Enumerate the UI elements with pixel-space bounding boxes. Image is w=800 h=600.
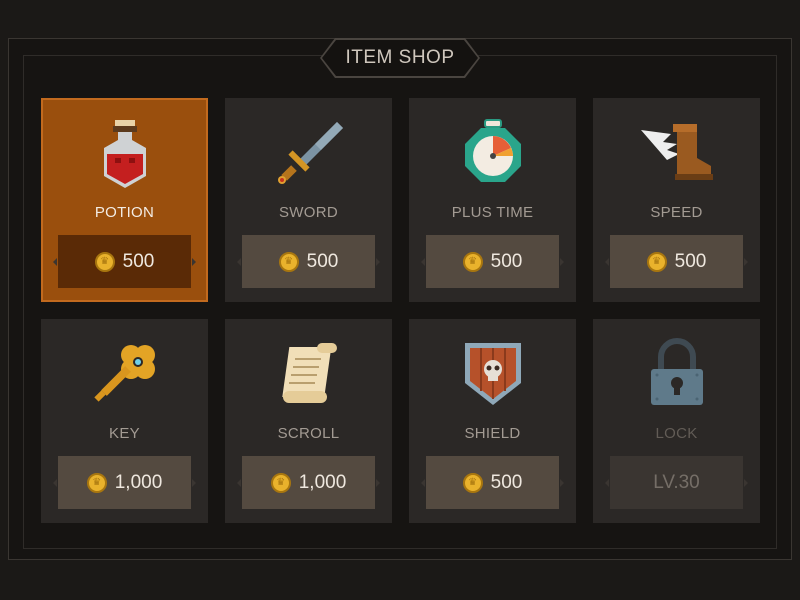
buy-button[interactable]: ♛ 500 bbox=[53, 235, 196, 288]
item-price: 500 bbox=[122, 250, 155, 272]
item-price: 1,000 bbox=[114, 471, 163, 493]
item-label: PLUS TIME bbox=[451, 204, 534, 221]
item-card-shield[interactable]: SHIELD ♛ 500 bbox=[409, 319, 576, 523]
stopwatch-icon bbox=[464, 119, 521, 182]
buy-button[interactable]: ♛ 500 bbox=[605, 235, 748, 288]
item-card-sword[interactable]: SWORD ♛ 500 bbox=[225, 98, 392, 302]
item-price: 1,000 bbox=[298, 471, 347, 493]
item-label: KEY bbox=[109, 425, 140, 442]
key-icon bbox=[93, 345, 155, 402]
scroll-icon bbox=[281, 343, 337, 403]
buy-button[interactable]: ♛ 500 bbox=[421, 456, 564, 509]
coin-icon: ♛ bbox=[94, 251, 115, 272]
shop-title: ITEM SHOP bbox=[345, 47, 455, 68]
required-level: LV.30 bbox=[653, 471, 700, 493]
item-card-speed[interactable]: SPEED ♛ 500 bbox=[593, 98, 760, 302]
shield-icon bbox=[464, 343, 521, 405]
level-requirement: LV.30 bbox=[605, 456, 748, 509]
item-label: SWORD bbox=[279, 204, 338, 221]
item-card-potion[interactable]: POTION ♛ 500 bbox=[41, 98, 208, 302]
sword-icon bbox=[277, 122, 343, 184]
item-price: 500 bbox=[674, 250, 707, 272]
padlock-icon bbox=[650, 338, 703, 405]
item-price: 500 bbox=[490, 250, 523, 272]
coin-icon: ♛ bbox=[270, 472, 291, 493]
item-label: SHIELD bbox=[464, 425, 521, 442]
item-label: SPEED bbox=[650, 204, 703, 221]
winged-boot-icon bbox=[640, 124, 713, 180]
item-price: 500 bbox=[306, 250, 339, 272]
item-price: 500 bbox=[490, 471, 523, 493]
buy-button[interactable]: ♛ 1,000 bbox=[237, 456, 380, 509]
item-card-scroll[interactable]: SCROLL ♛ 1,000 bbox=[225, 319, 392, 523]
potion-icon bbox=[103, 120, 146, 188]
coin-icon: ♛ bbox=[462, 472, 483, 493]
item-card-key[interactable]: KEY ♛ 1,000 bbox=[41, 319, 208, 523]
item-label: POTION bbox=[94, 204, 155, 221]
buy-button[interactable]: ♛ 500 bbox=[237, 235, 380, 288]
coin-icon: ♛ bbox=[278, 251, 299, 272]
item-label: SCROLL bbox=[277, 425, 340, 442]
coin-icon: ♛ bbox=[462, 251, 483, 272]
item-card-lock: LOCK LV.30 bbox=[593, 319, 760, 523]
buy-button[interactable]: ♛ 500 bbox=[421, 235, 564, 288]
coin-icon: ♛ bbox=[646, 251, 667, 272]
item-card-plus-time[interactable]: PLUS TIME ♛ 500 bbox=[409, 98, 576, 302]
coin-icon: ♛ bbox=[86, 472, 107, 493]
item-label: LOCK bbox=[655, 425, 698, 442]
buy-button[interactable]: ♛ 1,000 bbox=[53, 456, 196, 509]
